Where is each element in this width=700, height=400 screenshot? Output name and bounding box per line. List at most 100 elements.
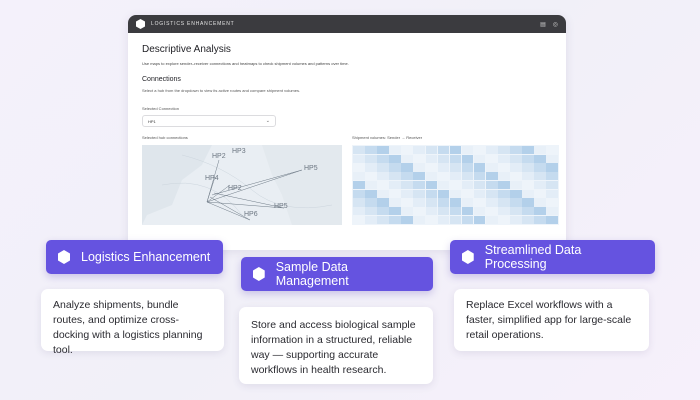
heatmap-cell <box>473 215 486 224</box>
heatmap-cell <box>498 215 510 224</box>
heatmap-cell <box>498 172 510 181</box>
heatmap-cell <box>425 215 438 224</box>
heatmap-cell <box>534 180 546 190</box>
heatmap-cell <box>449 198 462 207</box>
connection-select[interactable]: HP1 ⌄ <box>142 115 276 127</box>
heatmap-cell <box>473 163 486 172</box>
heatmap-cell <box>401 172 413 181</box>
heatmap-cell <box>401 154 413 163</box>
heatmap-cell <box>401 163 413 172</box>
heatmap-cell <box>437 146 450 155</box>
map-label: HP6 <box>244 211 258 218</box>
book-icon[interactable]: ▤ <box>540 21 546 28</box>
help-icon[interactable]: ◎ <box>553 21 558 28</box>
map-panel-label: Selected hub connections <box>142 135 188 140</box>
feature-pill-logistics[interactable]: Logistics Enhancement <box>46 240 223 274</box>
heatmap-cell <box>353 180 365 190</box>
heatmap-cell <box>353 198 365 207</box>
map-label: HP2 <box>228 185 242 192</box>
heatmap-cell <box>485 172 498 181</box>
heatmap-cell <box>377 215 389 224</box>
heatmap-cell <box>461 215 474 224</box>
hexagon-icon <box>58 250 70 264</box>
heatmap-cell <box>534 163 546 172</box>
heatmap-cell <box>413 163 426 172</box>
heatmap-cell <box>425 172 438 181</box>
heatmap-cell <box>353 189 365 198</box>
heatmap-cell <box>485 146 498 155</box>
heatmap-cell <box>353 163 365 172</box>
feature-description: Replace Excel workflows with a faster, s… <box>466 299 632 341</box>
heatmap-cell <box>473 154 486 163</box>
heatmap-cell <box>401 146 413 155</box>
heatmap-cell <box>546 215 558 224</box>
heatmap-cell <box>365 146 377 155</box>
heatmap-cell <box>389 189 401 198</box>
heatmap-cell <box>461 154 474 163</box>
heatmap-cell <box>425 189 438 198</box>
heatmap-cell <box>546 154 558 163</box>
heatmap-cell <box>473 146 486 155</box>
heatmap-cell <box>510 189 522 198</box>
heatmap-cell <box>389 154 401 163</box>
heatmap-cell <box>449 189 462 198</box>
feature-pill-sample[interactable]: Sample Data Management <box>241 257 433 291</box>
heatmap-cell <box>534 198 546 207</box>
heatmap-cell <box>353 215 365 224</box>
heatmap-cell <box>437 189 450 198</box>
heatmap-cell <box>461 189 474 198</box>
page-title: Descriptive Analysis <box>142 44 231 55</box>
heatmap-cell <box>389 215 401 224</box>
heatmap-cell <box>510 146 522 155</box>
heatmap-cell <box>413 215 426 224</box>
feature-description: Analyze shipments, bundle routes, and op… <box>53 299 203 356</box>
heatmap-cell <box>522 154 534 163</box>
heatmap-cell <box>425 146 438 155</box>
heatmap-panel-label: Shipment volumes: Sender → Receiver <box>352 135 423 140</box>
hub-map[interactable]: HP2 HP3 HP4 HP5 HP2 HP6 HP5 <box>142 145 342 225</box>
heatmap-cell <box>498 207 510 216</box>
app-window: LOGISTICS ENHANCEMENT ▤ ◎ Descriptive An… <box>128 15 566 250</box>
section-description: Select a hub from the dropdown to view i… <box>142 88 301 93</box>
shipment-heatmap[interactable] <box>352 145 559 225</box>
heatmap-cell <box>485 207 498 216</box>
logo-icon <box>136 19 145 29</box>
heatmap-cell <box>377 180 389 190</box>
heatmap-cell <box>377 146 389 155</box>
chevron-down-icon: ⌄ <box>265 118 270 124</box>
heatmap-cell <box>425 154 438 163</box>
heatmap-cell <box>461 163 474 172</box>
heatmap-cell <box>425 163 438 172</box>
heatmap-cell <box>498 163 510 172</box>
heatmap-cell <box>510 154 522 163</box>
heatmap-cell <box>522 146 534 155</box>
heatmap-cell <box>413 189 426 198</box>
heatmap-cell <box>401 215 413 224</box>
feature-card-processing: Replace Excel workflows with a faster, s… <box>454 289 649 351</box>
heatmap-cell <box>365 163 377 172</box>
heatmap-cell <box>522 207 534 216</box>
heatmap-cell <box>498 146 510 155</box>
heatmap-cell <box>485 215 498 224</box>
heatmap-cell <box>473 198 486 207</box>
heatmap-cell <box>353 172 365 181</box>
select-value: HP1 <box>148 118 156 124</box>
map-label: HP3 <box>232 148 246 155</box>
heatmap-cell <box>534 215 546 224</box>
heatmap-cell <box>498 154 510 163</box>
feature-card-sample: Store and access biological sample infor… <box>239 307 433 384</box>
heatmap-cell <box>449 207 462 216</box>
feature-pill-processing[interactable]: Streamlined Data Processing <box>450 240 655 274</box>
feature-title: Sample Data Management <box>275 260 349 288</box>
heatmap-cell <box>546 207 558 216</box>
heatmap-cell <box>437 207 450 216</box>
heatmap-cell <box>437 180 450 190</box>
map-label: HP5 <box>304 165 318 172</box>
heatmap-cell <box>437 154 450 163</box>
page-description: Use maps to explore sender–receiver conn… <box>142 61 349 66</box>
heatmap-cell <box>534 189 546 198</box>
heatmap-cell <box>413 198 426 207</box>
heatmap-cell <box>365 189 377 198</box>
heatmap-cell <box>365 180 377 190</box>
heatmap-cell <box>425 207 438 216</box>
